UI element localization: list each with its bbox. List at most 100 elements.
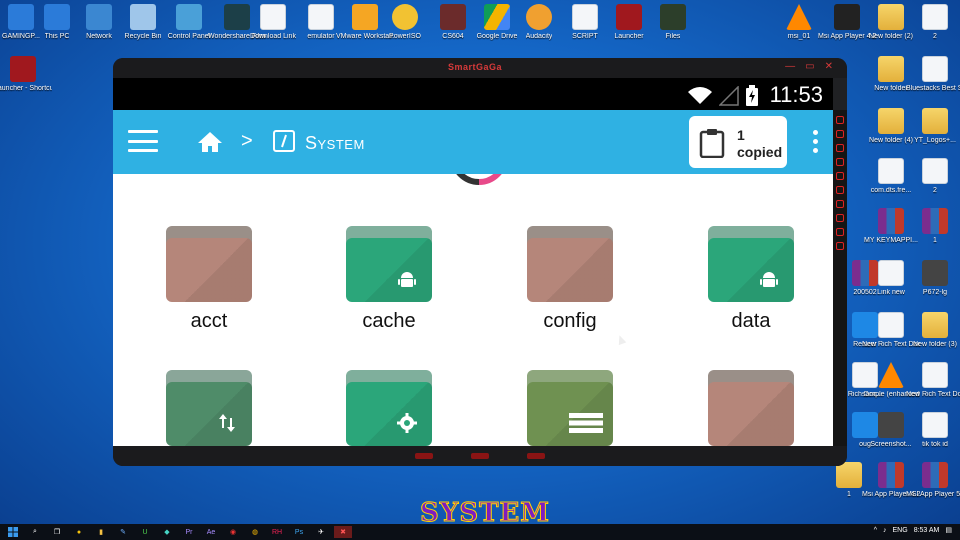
upwork-icon[interactable]: U: [136, 526, 154, 538]
volume-icon[interactable]: [836, 144, 844, 152]
desktop-icon[interactable]: New Rich Text Doc...: [906, 362, 960, 399]
desktop-icon[interactable]: Files: [644, 4, 702, 41]
chrome-icon[interactable]: ●: [70, 526, 88, 538]
smartgaga-taskbar-icon[interactable]: ✖: [334, 526, 352, 538]
location-icon[interactable]: [836, 186, 844, 194]
plane-icon[interactable]: ✈: [312, 526, 330, 538]
volume-tray-icon[interactable]: ♪: [883, 527, 887, 534]
clipboard-copied-button[interactable]: 1 copied: [689, 116, 787, 168]
back-button[interactable]: [415, 453, 433, 459]
recents-button[interactable]: [527, 453, 545, 459]
desktop-icon[interactable]: New folder (3): [906, 312, 960, 349]
document-icon: [922, 56, 948, 82]
folder-share-icon[interactable]: [836, 214, 844, 222]
folder-item[interactable]: config: [500, 226, 640, 333]
search-icon[interactable]: ⌕: [26, 526, 44, 538]
android-icon: [758, 268, 780, 290]
home-icon[interactable]: [197, 131, 223, 153]
clock[interactable]: 8:53 AM: [914, 527, 940, 534]
breadcrumb: >: [197, 130, 253, 153]
windows-logo-icon: [8, 527, 18, 537]
current-folder-title[interactable]: System: [305, 133, 365, 154]
desktop-icon-label: Download Link: [250, 33, 296, 40]
folder-icon: [878, 4, 904, 30]
notification-icon[interactable]: ▤: [945, 526, 952, 534]
desktop-icon[interactable]: 1: [906, 208, 960, 245]
desktop-icon-label: Files: [665, 33, 681, 40]
folder-item[interactable]: [319, 370, 459, 446]
desktop-icon[interactable]: 2: [906, 158, 960, 195]
document-icon: [260, 4, 286, 30]
restore-button[interactable]: ▭: [805, 61, 814, 72]
desktop-icon-label: CS604: [442, 33, 464, 40]
clipboard-icon: [699, 129, 725, 158]
folder-item[interactable]: [500, 370, 640, 446]
task-view-icon[interactable]: ❐: [48, 526, 66, 538]
premiere-icon[interactable]: Pr: [180, 526, 198, 538]
desktop-icon[interactable]: 2: [906, 4, 960, 41]
settings-icon[interactable]: [836, 242, 844, 250]
record-icon[interactable]: [836, 228, 844, 236]
desktop-icon-label: This PC: [44, 33, 70, 40]
document-icon: [922, 4, 948, 30]
screenshot-icon[interactable]: [836, 130, 844, 138]
desktop-icon-label: New folder (3): [913, 341, 957, 348]
folder-item[interactable]: acct: [139, 226, 279, 333]
system-tray: ^ ♪ ENG 8:53 AM ▤: [874, 526, 952, 535]
hamburger-icon[interactable]: [128, 130, 158, 152]
desktop-icon-label: New folder: [874, 85, 908, 92]
emulator-titlebar[interactable]: SmartGaGa — ▭ ✕: [113, 58, 847, 78]
android-status-bar: 11:53: [113, 78, 833, 110]
desktop-icon[interactable]: tik tok id: [906, 412, 960, 449]
filmora-taskbar-icon[interactable]: ◆: [158, 526, 176, 538]
desktop-icon[interactable]: Bluestacks Best Setting: [906, 56, 960, 93]
folder-icon: [922, 312, 948, 338]
file-manager-appbar: > System 1 copied: [113, 110, 833, 174]
close-button[interactable]: ✕: [825, 61, 833, 72]
list-icon: [569, 412, 603, 434]
msi-icon: [834, 4, 860, 30]
desktop-icon-label: SCRIPT: [572, 33, 598, 40]
minimize-button[interactable]: —: [785, 61, 795, 72]
breadcrumb-separator: >: [241, 130, 253, 152]
more-options-icon[interactable]: [813, 130, 818, 153]
folder-icon: [527, 226, 613, 302]
folder-item[interactable]: [681, 370, 821, 446]
launcher-icon: [10, 56, 36, 82]
record-taskbar-icon[interactable]: ◉: [224, 526, 242, 538]
file-explorer-icon[interactable]: ▮: [92, 526, 110, 538]
folder-item[interactable]: data: [681, 226, 821, 333]
language-indicator[interactable]: ENG: [893, 527, 908, 534]
emulator-window[interactable]: SmartGaGa — ▭ ✕ 11:53 > System 1 copied: [113, 58, 847, 466]
desktop-icon[interactable]: Launcher - Shortcut: [0, 56, 52, 93]
tray-chevron-icon[interactable]: ^: [874, 527, 877, 534]
keyboard-icon[interactable]: [836, 116, 844, 124]
shake-icon[interactable]: [836, 172, 844, 180]
photoshop-icon[interactable]: Ps: [290, 526, 308, 538]
desktop-icon-label: Launcher - Shortcut: [0, 85, 52, 92]
google-drive-icon: [484, 4, 510, 30]
status-time: 11:53: [769, 82, 823, 107]
folder-item[interactable]: [139, 370, 279, 446]
folder-item[interactable]: cache: [319, 226, 459, 333]
desktop-icon-label: 2: [933, 33, 937, 40]
system-folder-icon: [273, 130, 295, 152]
image-icon: [922, 260, 948, 286]
home-button[interactable]: [471, 453, 489, 459]
desktop-icon[interactable]: MSI App Player 5.12...: [906, 462, 960, 499]
desktop-icon[interactable]: P672-lg: [906, 260, 960, 297]
rh-icon[interactable]: RH: [268, 526, 286, 538]
rotate-icon[interactable]: [836, 158, 844, 166]
desktop-icon-label: 1: [847, 491, 851, 498]
document-icon: [572, 4, 598, 30]
start-button[interactable]: [4, 526, 22, 538]
computer-icon: [44, 4, 70, 30]
vlc-icon: [878, 362, 904, 388]
after-effects-icon[interactable]: Ae: [202, 526, 220, 538]
apk-icon[interactable]: [836, 200, 844, 208]
battery-charging-icon: [746, 85, 758, 106]
desktop-icon[interactable]: YT_Logos+...: [906, 108, 960, 145]
folder-name: config: [543, 310, 597, 332]
tool-icon[interactable]: ✎: [114, 526, 132, 538]
browser-icon[interactable]: ◍: [246, 526, 264, 538]
